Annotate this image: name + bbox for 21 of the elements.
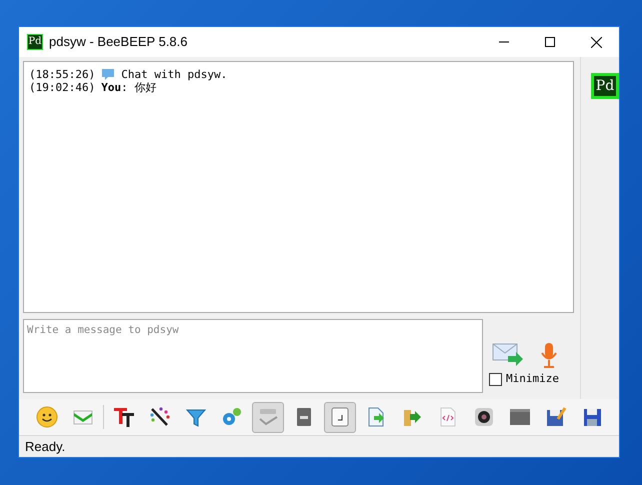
microphone-icon	[540, 342, 558, 368]
minimize-checkbox[interactable]	[489, 372, 502, 386]
message-time: (18:55:26)	[29, 68, 96, 81]
minimize-label: Minimize	[506, 371, 559, 387]
avatar-badge: Pd	[27, 34, 43, 50]
message-text: Chat with pdsyw.	[121, 68, 228, 81]
message-text: You: 你好	[101, 81, 156, 94]
text-font-icon	[112, 405, 136, 429]
status-text: Ready.	[25, 438, 66, 456]
microphone-button[interactable]	[539, 341, 559, 369]
message-input[interactable]: Write a message to pdsyw	[23, 319, 483, 393]
window-title: pdsyw - BeeBEEP 5.8.6	[49, 33, 188, 52]
close-icon	[590, 36, 602, 48]
floppy-pencil-icon	[544, 405, 568, 429]
avatar-badge: Pd	[591, 73, 619, 99]
camera-icon	[472, 405, 496, 429]
message-time: (19:02:46)	[29, 81, 96, 94]
envelope-arrow-icon	[492, 342, 524, 368]
smiley-icon	[35, 405, 59, 429]
maximize-icon	[545, 37, 555, 47]
speech-bubble-icon	[101, 68, 116, 81]
